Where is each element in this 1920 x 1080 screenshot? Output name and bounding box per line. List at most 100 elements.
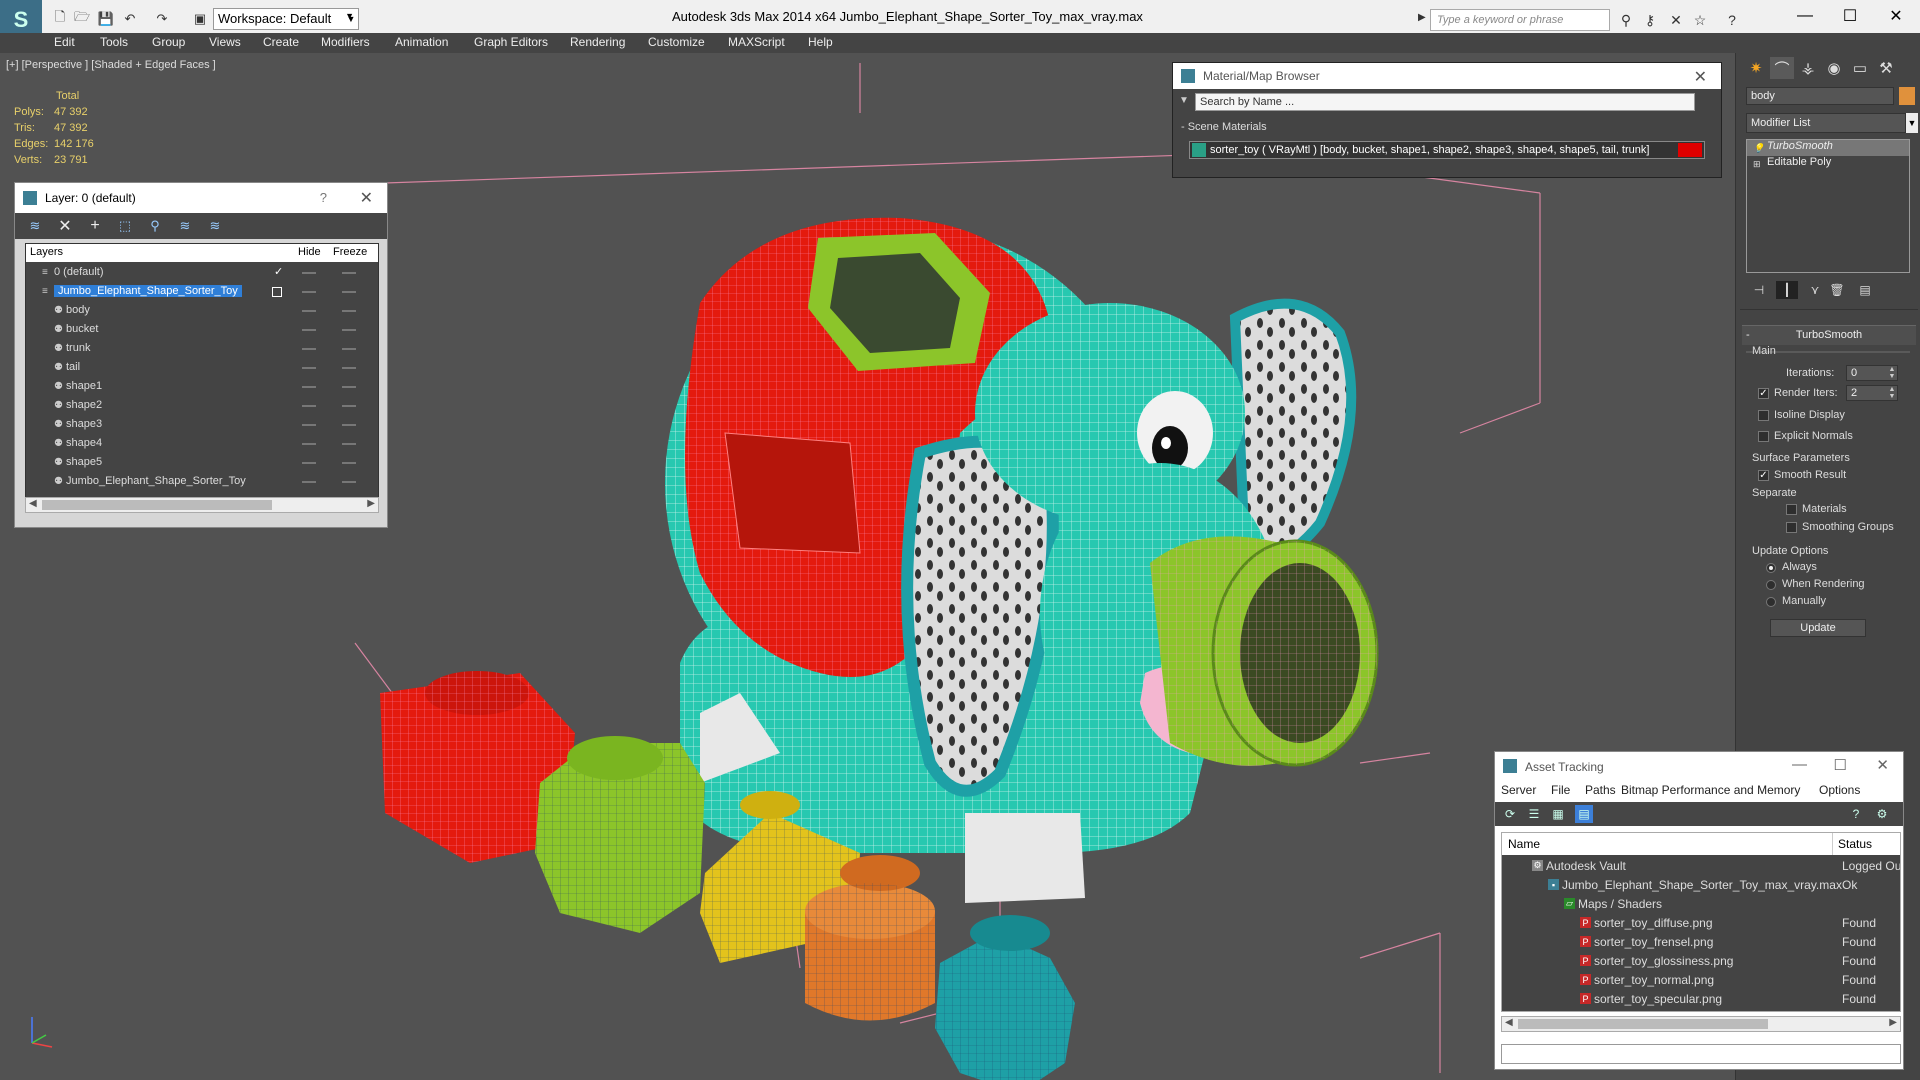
workspace-dropdown[interactable]: Workspace: Default ▼ (213, 8, 359, 30)
current-layer-check-icon[interactable]: ✓ (274, 265, 283, 278)
create-layer-icon[interactable]: ≋ (25, 217, 45, 235)
new-file-icon[interactable]: 🗋 (50, 9, 70, 29)
freeze-toggle[interactable] (342, 405, 356, 407)
menu-group[interactable]: Group (152, 35, 185, 49)
make-unique-icon[interactable]: ⋎ (1804, 281, 1826, 299)
menu-edit[interactable]: Edit (54, 35, 75, 49)
spinner-arrows-icon[interactable]: ▲ ▼ (1887, 386, 1897, 400)
display-tab-icon[interactable]: ▭ (1848, 57, 1872, 79)
explicit-normals-checkbox[interactable] (1758, 431, 1769, 442)
when-rendering-radio[interactable] (1766, 580, 1776, 590)
layer-row[interactable]: ⚉ body (26, 302, 378, 321)
freeze-toggle[interactable] (342, 272, 356, 274)
close-icon[interactable]: ✕ (1876, 756, 1889, 774)
show-end-result-icon[interactable]: ┃ (1776, 281, 1798, 299)
horizontal-scrollbar[interactable]: ◀ ▶ (25, 497, 379, 513)
menu-animation[interactable]: Animation (395, 35, 448, 49)
hide-all-icon[interactable]: ≋ (175, 217, 195, 235)
layer-row[interactable]: ⚉ shape5 (26, 454, 378, 473)
menu-rendering[interactable]: Rendering (570, 35, 625, 49)
freeze-toggle[interactable] (342, 443, 356, 445)
open-file-icon[interactable]: 🗁 (72, 9, 92, 29)
scroll-left-icon[interactable]: ◀ (29, 498, 37, 509)
undo-icon[interactable]: ↶ (120, 9, 140, 29)
freeze-toggle[interactable] (342, 424, 356, 426)
hide-toggle[interactable] (302, 291, 316, 293)
update-button[interactable]: Update (1770, 619, 1866, 637)
workspace-menu-icon[interactable]: ▼ (344, 8, 358, 30)
hierarchy-tab-icon[interactable]: ⚶ (1796, 57, 1820, 79)
menu-paths[interactable]: Paths (1585, 783, 1616, 797)
column-layers[interactable]: Layers (30, 246, 63, 258)
redo-icon[interactable]: ↷ (152, 9, 172, 29)
hide-toggle[interactable] (302, 405, 316, 407)
freeze-all-icon[interactable]: ≋ (205, 217, 225, 235)
stack-item-editable-poly[interactable]: ⊞ Editable Poly (1747, 156, 1909, 172)
asset-row[interactable]: Psorter_toy_frensel.png Found (1502, 933, 1900, 952)
maximize-button[interactable]: ☐ (1830, 4, 1870, 28)
render-iters-checkbox[interactable]: ✓ (1758, 388, 1769, 399)
help-icon[interactable]: ? (1722, 10, 1742, 30)
star-icon[interactable]: ☆ (1690, 10, 1710, 30)
layer-row[interactable]: ≡ Jumbo_Elephant_Shape_Sorter_Toy (26, 283, 378, 302)
menu-modifiers[interactable]: Modifiers (321, 35, 370, 49)
viewport-label[interactable]: [+] [Perspective ] [Shaded + Edged Faces… (6, 59, 216, 71)
menu-create[interactable]: Create (263, 35, 299, 49)
asset-row[interactable]: ▱ Maps / Shaders (1502, 895, 1900, 914)
search-expand-icon[interactable]: ▶ (1418, 12, 1426, 23)
close-icon[interactable]: ✕ (1694, 67, 1707, 87)
close-icon[interactable]: ✕ (360, 188, 373, 208)
smoothing-groups-checkbox[interactable] (1786, 522, 1797, 533)
scrollbar-thumb[interactable] (42, 500, 272, 510)
configure-sets-icon[interactable]: ▤ (1854, 281, 1876, 299)
freeze-toggle[interactable] (342, 329, 356, 331)
layer-row[interactable]: ⚉ shape3 (26, 416, 378, 435)
object-color-swatch[interactable] (1899, 87, 1915, 105)
asset-row[interactable]: Psorter_toy_normal.png Found (1502, 971, 1900, 990)
select-objects-icon[interactable]: ⬚ (115, 217, 135, 235)
scroll-right-icon[interactable]: ▶ (1889, 1017, 1897, 1028)
scrollbar-thumb[interactable] (1518, 1019, 1768, 1029)
isoline-display-checkbox[interactable] (1758, 410, 1769, 421)
layer-row[interactable]: ⚉ trunk (26, 340, 378, 359)
freeze-toggle[interactable] (342, 367, 356, 369)
spinner-arrows-icon[interactable]: ▲ ▼ (1887, 366, 1897, 380)
freeze-toggle[interactable] (342, 348, 356, 350)
horizontal-scrollbar[interactable]: ◀ ▶ (1501, 1016, 1901, 1032)
materials-checkbox[interactable] (1786, 504, 1797, 515)
layer-row[interactable]: ⚉ bucket (26, 321, 378, 340)
hide-toggle[interactable] (302, 367, 316, 369)
always-radio[interactable] (1766, 563, 1776, 573)
layer-manager-window[interactable]: Layer: 0 (default) ? ✕ ≋ ✕ + ⬚ ⚲ ≋ ≋ Lay… (14, 182, 388, 528)
layer-row[interactable]: ⚉ shape4 (26, 435, 378, 454)
hide-toggle[interactable] (302, 443, 316, 445)
menu-server[interactable]: Server (1501, 783, 1536, 797)
menu-bitmap-performance[interactable]: Bitmap Performance and Memory (1621, 783, 1800, 797)
lightbulb-icon[interactable]: 💡 (1753, 143, 1764, 154)
column-hide[interactable]: Hide (298, 246, 321, 258)
freeze-toggle[interactable] (342, 310, 356, 312)
hide-toggle[interactable] (302, 386, 316, 388)
turbosmooth-rollout-header[interactable]: - TurboSmooth (1742, 325, 1916, 345)
remove-modifier-icon[interactable]: 🗑 (1826, 281, 1848, 299)
asset-row[interactable]: Psorter_toy_glossiness.png Found (1502, 952, 1900, 971)
scroll-right-icon[interactable]: ▶ (367, 498, 375, 509)
material-browser-window[interactable]: Material/Map Browser ✕ ▼ Search by Name … (1172, 62, 1722, 178)
hide-toggle[interactable] (302, 424, 316, 426)
exchange-icon[interactable]: ✕ (1666, 10, 1686, 30)
save-file-icon[interactable]: 💾 (96, 9, 116, 29)
modify-tab-icon[interactable]: ⌒ (1770, 57, 1794, 79)
hide-toggle[interactable] (302, 481, 316, 483)
material-item[interactable]: sorter_toy ( VRayMtl ) [body, bucket, sh… (1189, 141, 1705, 159)
modifier-list-dropdown[interactable]: Modifier List (1746, 113, 1906, 133)
freeze-toggle[interactable] (342, 462, 356, 464)
menu-customize[interactable]: Customize (648, 35, 705, 49)
asset-row[interactable]: ⚙ Autodesk Vault Logged Ou (1502, 857, 1900, 876)
help-icon[interactable]: ? (1847, 805, 1865, 823)
layer-row[interactable]: ⚉ shape2 (26, 397, 378, 416)
hide-toggle[interactable] (302, 348, 316, 350)
add-to-layer-icon[interactable]: + (85, 217, 105, 235)
search-input[interactable]: Type a keyword or phrase (1430, 9, 1610, 31)
hide-toggle[interactable] (302, 462, 316, 464)
menu-help[interactable]: Help (808, 35, 833, 49)
